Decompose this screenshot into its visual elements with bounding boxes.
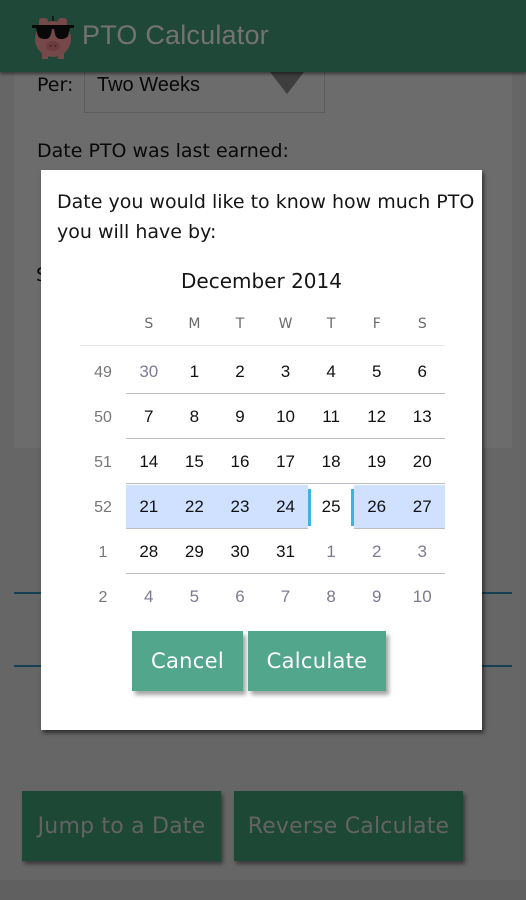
calendar-day[interactable]: 13 (399, 395, 445, 439)
week-number: 2 (98, 589, 108, 606)
calendar-day[interactable]: 4 (126, 575, 172, 619)
calendar-day[interactable]: 2 (354, 530, 400, 574)
week-number: 51 (94, 454, 112, 471)
week-number: 50 (94, 409, 112, 426)
calendar-day[interactable]: 18 (308, 440, 354, 484)
week-days: 21 22 23 24 25 26 27 (126, 485, 445, 529)
calendar-grid: 49 30 1 2 3 4 5 6 50 7 8 9 10 11 12 13 51 14 15 16 17 18 19 20 5… (80, 350, 445, 620)
calendar-day[interactable]: 6 (217, 575, 263, 619)
calendar-day[interactable]: 15 (172, 440, 218, 484)
calendar-day[interactable]: 10 (263, 395, 309, 439)
weekday-label: S (144, 316, 154, 332)
calendar-day[interactable]: 12 (354, 395, 400, 439)
calendar-week-row: 2 4 5 6 7 8 9 10 (80, 575, 445, 620)
calendar-day[interactable]: 21 (126, 485, 172, 529)
weekday-label: T (326, 316, 336, 332)
calendar-day[interactable]: 8 (172, 395, 218, 439)
weekday-label: T (235, 316, 245, 332)
weekday-label: M (188, 316, 201, 332)
calendar-week-row: 52 21 22 23 24 25 26 27 (80, 485, 445, 530)
week-number: 52 (94, 499, 112, 516)
calendar-month-title: December 2014 (181, 269, 342, 293)
calendar-day[interactable]: 10 (399, 575, 445, 619)
calendar-day[interactable]: 31 (263, 530, 309, 574)
calendar-day[interactable]: 30 (126, 350, 172, 394)
dialog-prompt: Date you would like to know how much PTO… (57, 191, 475, 243)
calendar-day[interactable]: 23 (217, 485, 263, 529)
calendar-day[interactable]: 5 (172, 575, 218, 619)
calendar-day[interactable]: 5 (354, 350, 400, 394)
cancel-button[interactable]: Cancel (132, 631, 243, 691)
calendar-day[interactable]: 9 (354, 575, 400, 619)
week-days: 30 1 2 3 4 5 6 (126, 350, 445, 394)
weekday-header: SMTWTFS (126, 316, 446, 336)
calendar-day[interactable]: 19 (354, 440, 400, 484)
calendar-day[interactable]: 6 (399, 350, 445, 394)
week-days: 4 5 6 7 8 9 10 (126, 575, 445, 619)
weekday-label: W (278, 316, 293, 332)
calendar-day[interactable]: 26 (354, 485, 400, 529)
calendar-day[interactable]: 4 (308, 350, 354, 394)
week-days: 7 8 9 10 11 12 13 (126, 395, 445, 439)
calendar-day[interactable]: 1 (308, 530, 354, 574)
weekday-label: F (372, 316, 381, 332)
calendar-day[interactable]: 11 (308, 395, 354, 439)
calendar-day[interactable]: 3 (263, 350, 309, 394)
calendar-day[interactable]: 22 (172, 485, 218, 529)
calendar-week-row: 51 14 15 16 17 18 19 20 (80, 440, 445, 485)
calendar-day[interactable]: 9 (217, 395, 263, 439)
calendar-day[interactable]: 17 (263, 440, 309, 484)
calendar-day-selected[interactable]: 25 (308, 485, 354, 529)
calendar-day[interactable]: 7 (126, 395, 172, 439)
calendar-day[interactable]: 27 (399, 485, 445, 529)
calendar-day[interactable]: 1 (172, 350, 218, 394)
week-days: 28 29 30 31 1 2 3 (126, 530, 445, 574)
calendar-week-row: 49 30 1 2 3 4 5 6 (80, 350, 445, 395)
calendar-day[interactable]: 24 (263, 485, 309, 529)
week-number: 1 (98, 544, 108, 561)
calendar-day[interactable]: 2 (217, 350, 263, 394)
calendar-day[interactable]: 3 (399, 530, 445, 574)
calendar-day[interactable]: 7 (263, 575, 309, 619)
calendar-day[interactable]: 14 (126, 440, 172, 484)
weekday-label: S (417, 316, 427, 332)
calendar-day[interactable]: 8 (308, 575, 354, 619)
calendar-day[interactable]: 28 (126, 530, 172, 574)
calendar-day[interactable]: 20 (399, 440, 445, 484)
week-number: 49 (94, 364, 112, 381)
date-picker-dialog: Date you would like to know how much PTO… (41, 170, 482, 730)
calendar-day[interactable]: 16 (217, 440, 263, 484)
calculate-button[interactable]: Calculate (248, 631, 386, 691)
week-days: 14 15 16 17 18 19 20 (126, 440, 445, 484)
weekday-divider (80, 345, 445, 346)
calendar-day[interactable]: 30 (217, 530, 263, 574)
calendar-week-row: 50 7 8 9 10 11 12 13 (80, 395, 445, 440)
calendar-week-row: 1 28 29 30 31 1 2 3 (80, 530, 445, 575)
calendar-day[interactable]: 29 (172, 530, 218, 574)
